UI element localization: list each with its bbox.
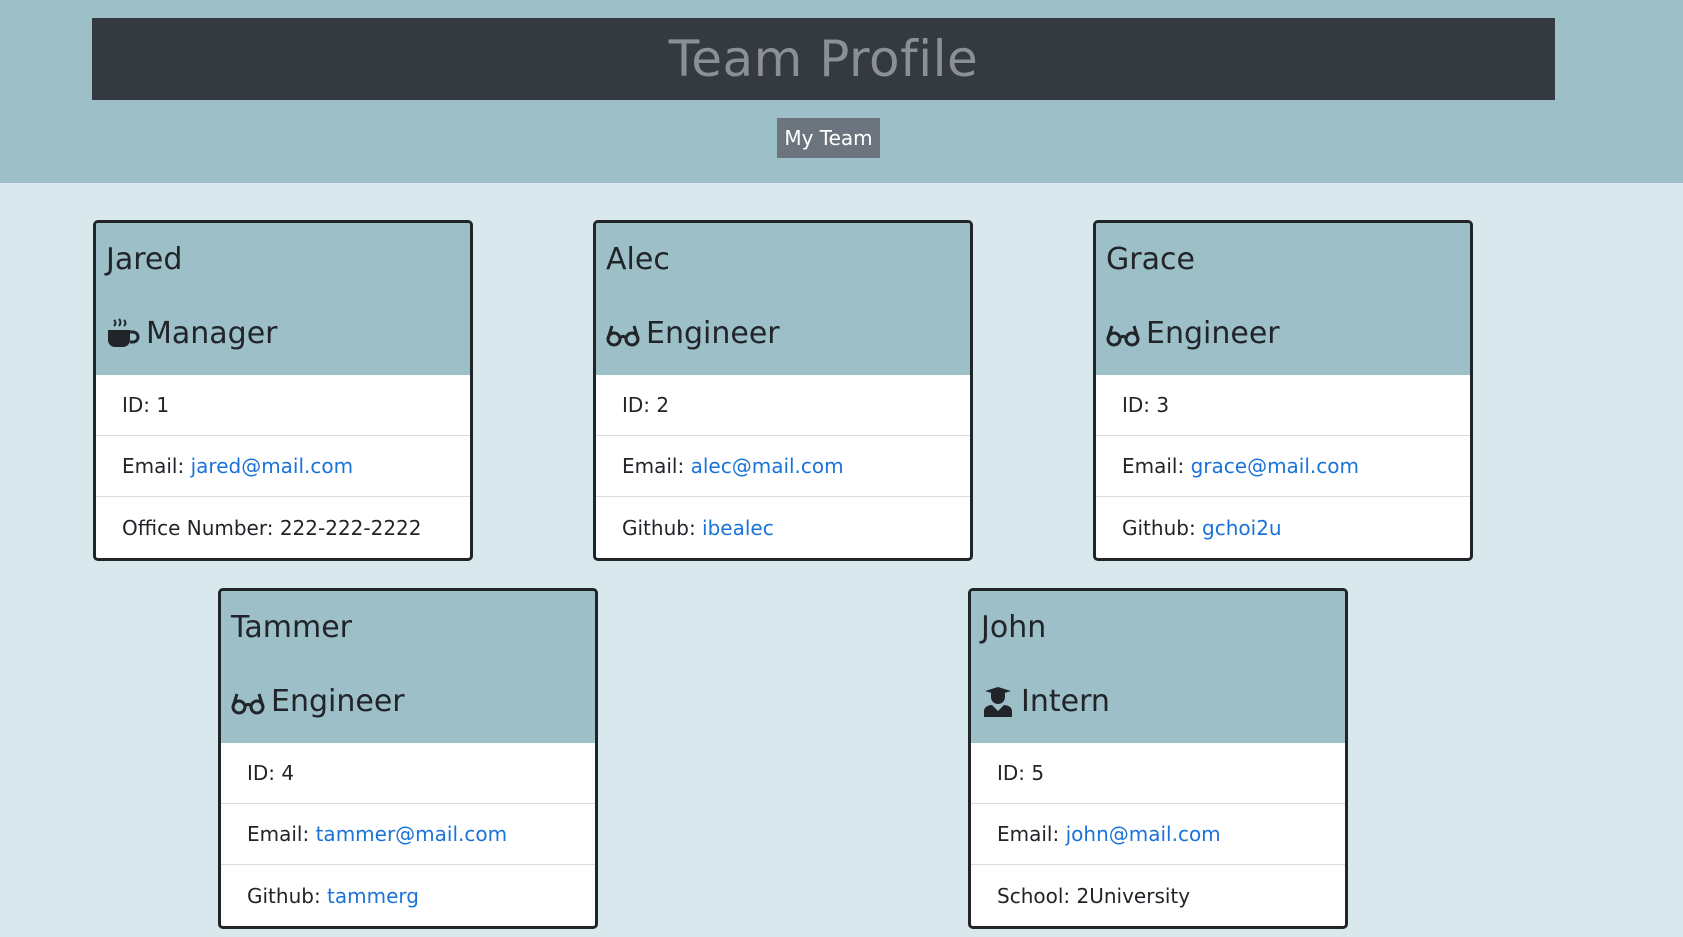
github-row: Github: gchoi2u <box>1096 497 1470 558</box>
glasses-icon <box>606 318 640 350</box>
email-label: Email: <box>247 822 310 846</box>
github-link[interactable]: ibealec <box>702 516 774 540</box>
id-row: ID: 2 <box>596 375 970 436</box>
email-label: Email: <box>122 454 185 478</box>
employee-card: Grace Engineer ID: 3 Email: grace@mail.c… <box>1093 220 1473 561</box>
employee-role: Intern <box>981 684 1110 719</box>
github-label: Github: <box>247 883 321 908</box>
employee-card: Alec Engineer ID: 2 Email: alec@mail.com… <box>593 220 973 561</box>
card-header: Alec Engineer <box>596 223 970 375</box>
id-row: ID: 5 <box>971 743 1345 804</box>
github-row: Github: tammerg <box>221 865 595 926</box>
id-row: ID: 3 <box>1096 375 1470 436</box>
id-row: ID: 1 <box>96 375 470 436</box>
github-link[interactable]: gchoi2u <box>1202 516 1282 540</box>
graduate-icon <box>981 686 1015 718</box>
email-row: Email: alec@mail.com <box>596 436 970 497</box>
card-details: ID: 4 Email: tammer@mail.com Github: tam… <box>221 743 595 926</box>
employee-name: Jared <box>106 242 183 277</box>
my-team-button[interactable]: My Team <box>777 118 880 158</box>
email-link[interactable]: alec@mail.com <box>691 454 844 478</box>
email-label: Email: <box>997 822 1060 846</box>
employee-card: Tammer Engineer ID: 4 Email: tammer@mail… <box>218 588 598 929</box>
glasses-icon <box>231 686 265 718</box>
coffee-icon <box>106 317 140 350</box>
email-link[interactable]: jared@mail.com <box>191 454 354 478</box>
employee-name: Alec <box>606 242 670 277</box>
school-row: School: 2University <box>997 883 1191 908</box>
email-label: Email: <box>622 454 685 478</box>
page-title: Team Profile <box>668 30 979 88</box>
email-row: Email: john@mail.com <box>971 804 1345 865</box>
role-label: Manager <box>146 316 278 351</box>
email-row: Email: grace@mail.com <box>1096 436 1470 497</box>
card-details: ID: 1 Email: jared@mail.com Office Numbe… <box>96 375 470 558</box>
id-row: ID: 4 <box>221 743 595 804</box>
role-label: Engineer <box>271 684 405 719</box>
email-row: Email: jared@mail.com <box>96 436 470 497</box>
glasses-icon <box>1106 318 1140 350</box>
employee-role: Engineer <box>1106 316 1280 351</box>
email-link[interactable]: grace@mail.com <box>1191 454 1359 478</box>
github-label: Github: <box>622 515 696 540</box>
card-header: Tammer Engineer <box>221 591 595 743</box>
github-label: Github: <box>1122 515 1196 540</box>
role-label: Engineer <box>646 316 780 351</box>
employee-role: Manager <box>106 316 278 351</box>
employee-card: John Intern ID: 5 Email: john@mail.com S… <box>968 588 1348 929</box>
card-details: ID: 3 Email: grace@mail.com Github: gcho… <box>1096 375 1470 558</box>
employee-role: Engineer <box>606 316 780 351</box>
card-header: John Intern <box>971 591 1345 743</box>
github-link[interactable]: tammerg <box>327 884 419 908</box>
email-row: Email: tammer@mail.com <box>221 804 595 865</box>
office-number-row: Office Number: 222-222-2222 <box>122 515 422 540</box>
employee-role: Engineer <box>231 684 405 719</box>
email-link[interactable]: tammer@mail.com <box>316 822 508 846</box>
card-header: Jared Manager <box>96 223 470 375</box>
email-label: Email: <box>1122 454 1185 478</box>
employee-name: Tammer <box>231 610 352 645</box>
email-link[interactable]: john@mail.com <box>1066 822 1221 846</box>
title-bar: Team Profile <box>92 18 1555 100</box>
employee-card: Jared Manager ID: 1 Email: jared@mail.co… <box>93 220 473 561</box>
card-header: Grace Engineer <box>1096 223 1470 375</box>
role-label: Engineer <box>1146 316 1280 351</box>
card-details: ID: 2 Email: alec@mail.com Github: ibeal… <box>596 375 970 558</box>
role-label: Intern <box>1021 684 1110 719</box>
employee-name: Grace <box>1106 242 1195 277</box>
employee-name: John <box>981 610 1047 645</box>
github-row: Github: ibealec <box>596 497 970 558</box>
page-header: Team Profile My Team <box>0 0 1683 183</box>
card-details: ID: 5 Email: john@mail.com School: 2Univ… <box>971 743 1345 926</box>
